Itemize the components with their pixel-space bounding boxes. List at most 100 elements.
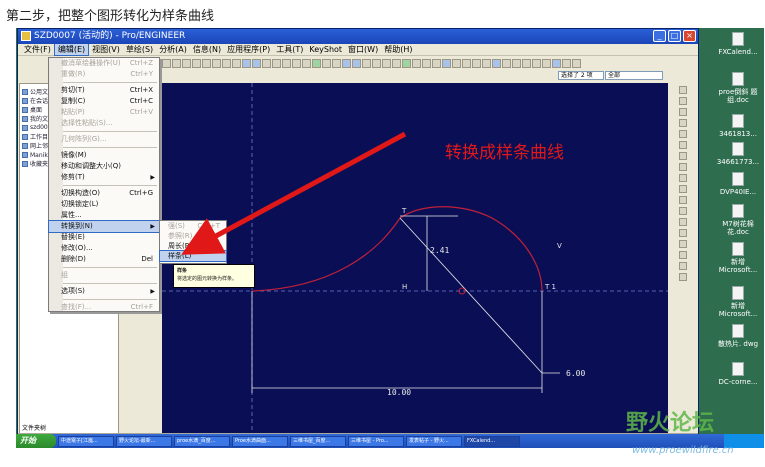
arc-tool-icon[interactable] [679, 130, 687, 138]
menu-edit[interactable]: 编辑(E) [53, 43, 90, 56]
menu-item-pattern[interactable]: 几何阵列(G)... [49, 134, 159, 145]
taskbar-item[interactable]: Proe水滴曲面... [232, 435, 288, 447]
tool-button[interactable] [252, 58, 261, 68]
tool-button[interactable] [452, 58, 461, 68]
tool-button[interactable] [482, 58, 491, 68]
tool-button[interactable] [362, 58, 371, 68]
menu-item-paste[interactable]: 粘贴(P) Ctrl+V [49, 107, 159, 118]
menu-item-replace[interactable]: 替换(E) [49, 232, 159, 243]
fillet-tool-icon[interactable] [679, 141, 687, 149]
desktop-icon[interactable]: 新增 Microsoft... [716, 242, 760, 274]
select-tool-icon[interactable] [679, 86, 687, 94]
taskbar-item[interactable]: 发表帖子 - 野火... [406, 435, 462, 447]
tool-button[interactable] [502, 58, 511, 68]
done-icon[interactable] [679, 262, 687, 270]
tool-button[interactable] [542, 58, 551, 68]
tool-button[interactable] [512, 58, 521, 68]
tool-button[interactable] [162, 58, 171, 68]
tool-button[interactable] [212, 58, 221, 68]
tool-button[interactable] [352, 58, 361, 68]
tool-button[interactable] [412, 58, 421, 68]
menu-item-copy[interactable]: 复制(C) Ctrl+C [49, 96, 159, 107]
text-tool-icon[interactable] [679, 218, 687, 226]
maximize-button[interactable]: □ [668, 30, 681, 42]
tool-button[interactable] [292, 58, 301, 68]
menu-item-modify[interactable]: 修改(O)... [49, 243, 159, 254]
taskbar-item[interactable]: proe水滴_百度... [174, 435, 230, 447]
tool-button[interactable] [492, 58, 501, 68]
tool-button[interactable] [562, 58, 571, 68]
mirror-tool-icon[interactable] [679, 251, 687, 259]
tool-button[interactable] [232, 58, 241, 68]
menu-item-toggle-construction[interactable]: 切换构造(O) Ctrl+G [49, 188, 159, 199]
trim-tool-icon[interactable] [679, 240, 687, 248]
filter-select[interactable]: 全部 [605, 70, 663, 80]
tool-button[interactable] [312, 58, 321, 68]
line-tool-icon[interactable] [679, 97, 687, 105]
tool-button[interactable] [192, 58, 201, 68]
offset-tool-icon[interactable] [679, 174, 687, 182]
menu-item-properties[interactable]: 属性... [49, 210, 159, 221]
tool-button[interactable] [332, 58, 341, 68]
start-button[interactable]: 开始 [16, 434, 56, 448]
menu-item-convert-to[interactable]: 转换到(N) ▶ [48, 220, 160, 233]
folder-tree-label[interactable]: 文件夹树 [22, 423, 46, 432]
desktop-icon[interactable]: 散热片. dwg [716, 324, 760, 348]
tool-button[interactable] [302, 58, 311, 68]
spline-tool-icon[interactable] [679, 152, 687, 160]
tool-button[interactable] [532, 58, 541, 68]
menu-analysis[interactable]: 分析(A) [156, 44, 190, 55]
modify-tool-icon[interactable] [679, 196, 687, 204]
tool-button[interactable] [422, 58, 431, 68]
tool-button[interactable] [282, 58, 291, 68]
desktop-icon[interactable]: 34661773... [716, 142, 760, 166]
tool-button[interactable] [572, 58, 581, 68]
menu-item-paste-special[interactable]: 选择性粘贴(S)... [49, 118, 159, 129]
desktop-icon[interactable]: DVP40IE... [716, 172, 760, 196]
desktop-icon[interactable]: proe倒斜 题组.doc [716, 72, 760, 104]
desktop-icon[interactable]: DC-corne... [716, 362, 760, 386]
menu-item-undo[interactable]: 撤消草绘器操作(U) Ctrl+Z [49, 58, 159, 69]
tool-button[interactable] [202, 58, 211, 68]
taskbar-item[interactable]: FXCalend... [464, 435, 520, 447]
menu-info[interactable]: 信息(N) [190, 44, 224, 55]
menu-item-redo[interactable]: 重做(R) Ctrl+Y [49, 69, 159, 80]
desktop-icon[interactable]: 新增 Microsoft... [716, 286, 760, 318]
taskbar-item[interactable]: 中途電子[江嵐... [58, 435, 114, 447]
tool-button[interactable] [382, 58, 391, 68]
taskbar-item[interactable]: 三维书屋_百度... [290, 435, 346, 447]
tool-button[interactable] [172, 58, 181, 68]
tool-button[interactable] [552, 58, 561, 68]
tool-button[interactable] [222, 58, 231, 68]
point-tool-icon[interactable] [679, 163, 687, 171]
menu-item-delete[interactable]: 删除(D) Del [49, 254, 159, 265]
tool-button[interactable] [342, 58, 351, 68]
sketch-canvas[interactable]: 2.41 6.00 10.00 T H V T 1 V 转换成样条曲线 [162, 83, 668, 435]
minimize-button[interactable]: _ [653, 30, 666, 42]
tool-button[interactable] [322, 58, 331, 68]
menu-sketch[interactable]: 草绘(S) [123, 44, 156, 55]
menu-item-options[interactable]: 选项(S) ▶ [49, 286, 159, 297]
submenu-item-perimeter[interactable]: 周长(P) [160, 241, 226, 251]
tool-button[interactable] [432, 58, 441, 68]
close-button[interactable]: × [683, 30, 696, 42]
desktop-icon[interactable]: FXCalend... [716, 32, 760, 56]
submenu-item-reference[interactable]: 参照(R) [160, 231, 226, 241]
tool-button[interactable] [272, 58, 281, 68]
menu-item-move-resize[interactable]: 移动和调整大小(Q) [49, 161, 159, 172]
dimension-tool-icon[interactable] [679, 185, 687, 193]
menu-keyshot[interactable]: KeyShot [306, 45, 345, 54]
palette-tool-icon[interactable] [679, 229, 687, 237]
cancel-icon[interactable] [679, 273, 687, 281]
menu-file[interactable]: 文件(F) [21, 44, 54, 55]
taskbar-item[interactable]: 野火论坛-最新... [116, 435, 172, 447]
tool-button[interactable] [242, 58, 251, 68]
tool-button[interactable] [262, 58, 271, 68]
menu-applications[interactable]: 应用程序(P) [224, 44, 273, 55]
tool-button[interactable] [462, 58, 471, 68]
taskbar-item[interactable]: 三维书屋 - Pro... [348, 435, 404, 447]
tool-button[interactable] [472, 58, 481, 68]
menu-item-cut[interactable]: 剪切(T) Ctrl+X [49, 85, 159, 96]
menu-window[interactable]: 窗口(W) [345, 44, 381, 55]
constraint-tool-icon[interactable] [679, 207, 687, 215]
